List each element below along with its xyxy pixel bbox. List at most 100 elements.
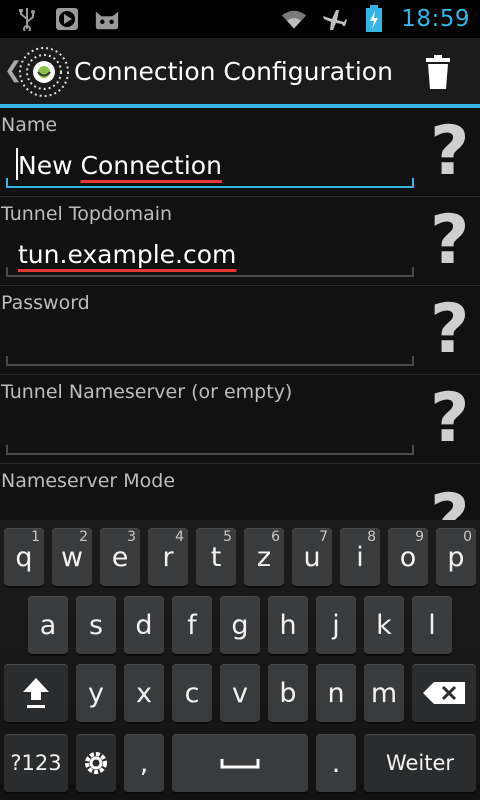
key-o[interactable]: o9 (388, 528, 428, 586)
input-edge-right (412, 445, 414, 455)
app-logo-icon[interactable] (18, 46, 70, 98)
key-f[interactable]: f (172, 596, 212, 654)
key-label: u (303, 541, 321, 573)
airplane-mode-icon (321, 6, 348, 32)
wifi-icon (281, 6, 307, 32)
name-word-connection: Connection (80, 151, 222, 180)
cat-notification-icon (94, 6, 120, 32)
key-a[interactable]: a (28, 596, 68, 654)
key-g[interactable]: g (220, 596, 260, 654)
space-key[interactable] (172, 734, 308, 792)
backspace-icon (423, 682, 465, 704)
key-j[interactable]: j (316, 596, 356, 654)
key-hint: 0 (463, 529, 472, 545)
key-label: t (210, 541, 222, 573)
name-input[interactable]: New Connection (18, 151, 222, 180)
nameserver-help-icon[interactable]: ? (430, 383, 469, 455)
period-key[interactable]: . (316, 734, 356, 792)
key-b[interactable]: b (268, 664, 308, 722)
key-hint: 7 (319, 529, 328, 545)
battery-charging-icon (361, 5, 387, 32)
key-label: w (60, 541, 84, 573)
key-hint: 1 (31, 529, 40, 545)
key-l[interactable]: l (412, 596, 452, 654)
key-m[interactable]: m (364, 664, 404, 722)
key-hint: 9 (415, 529, 424, 545)
key-n[interactable]: n (316, 664, 356, 722)
password-label: Password (1, 292, 90, 314)
space-bar-icon (220, 759, 260, 769)
key-y[interactable]: y (76, 664, 116, 722)
key-x[interactable]: x (124, 664, 164, 722)
nameserver-field: Tunnel Nameserver (or empty) ? (0, 375, 480, 464)
name-field: Name New Connection ? (0, 108, 480, 197)
key-hint: 4 (175, 529, 184, 545)
key-c[interactable]: c (172, 664, 212, 722)
key-label: r (162, 541, 174, 573)
key-hint: 2 (79, 529, 88, 545)
key-label: i (356, 541, 364, 573)
key-label: q (15, 541, 33, 573)
name-help-icon[interactable]: ? (430, 116, 469, 188)
key-e[interactable]: e3 (100, 528, 140, 586)
delete-trash-icon[interactable] (424, 54, 452, 90)
key-hint: 5 (223, 529, 232, 545)
password-input[interactable] (18, 329, 408, 361)
key-label: z (256, 541, 272, 573)
key-label: e (111, 541, 129, 573)
key-label: o (399, 541, 417, 573)
password-input-underline (6, 364, 414, 366)
page-title: Connection Configuration (74, 57, 393, 86)
key-p[interactable]: p0 (436, 528, 476, 586)
clock: 18:59 (401, 6, 470, 32)
key-z[interactable]: z6 (244, 528, 284, 586)
shift-key[interactable] (4, 664, 68, 722)
password-help-icon[interactable]: ? (430, 294, 469, 366)
topdomain-field: Tunnel Topdomain tun.example.com ? (0, 197, 480, 286)
key-t[interactable]: t5 (196, 528, 236, 586)
key-u[interactable]: u7 (292, 528, 332, 586)
key-v[interactable]: v (220, 664, 260, 722)
key-s[interactable]: s (76, 596, 116, 654)
name-label: Name (1, 114, 58, 136)
input-edge-right (412, 178, 414, 188)
shift-arrow-icon (23, 678, 49, 708)
nameserver-input-underline (6, 453, 414, 455)
key-hint: 6 (271, 529, 280, 545)
comma-key[interactable]: , (124, 734, 164, 792)
symbols-key[interactable]: ?123 (4, 734, 68, 792)
topdomain-help-icon[interactable]: ? (430, 205, 469, 277)
key-q[interactable]: q1 (4, 528, 44, 586)
key-w[interactable]: w2 (52, 528, 92, 586)
soft-keyboard: q1 w2 e3 r4 t5 z6 u7 i8 o9 p0 a s d f g … (0, 520, 480, 800)
action-bar: ❮ Connection Configuration (0, 38, 480, 106)
play-store-icon (54, 6, 80, 32)
key-d[interactable]: d (124, 596, 164, 654)
nameserver-mode-field: Nameserver Mode ? (0, 464, 480, 520)
connection-form: Name New Connection ? Tunnel Topdomain t… (0, 108, 480, 520)
topdomain-input[interactable]: tun.example.com (18, 240, 236, 269)
name-word-new: New (18, 151, 73, 180)
next-action-key[interactable]: Weiter (364, 734, 476, 792)
input-edge-right (412, 356, 414, 366)
key-hint: 8 (367, 529, 376, 545)
status-bar: 18:59 (0, 0, 480, 38)
nameserver-input[interactable] (18, 418, 408, 450)
nameserver-mode-label: Nameserver Mode (1, 470, 176, 492)
topdomain-label: Tunnel Topdomain (1, 203, 173, 225)
topdomain-input-underline (6, 275, 414, 277)
backspace-key[interactable] (412, 664, 476, 722)
input-edge-right (412, 267, 414, 277)
key-r[interactable]: r4 (148, 528, 188, 586)
settings-key[interactable] (76, 734, 116, 792)
key-k[interactable]: k (364, 596, 404, 654)
key-hint: 3 (127, 529, 136, 545)
nameserver-label: Tunnel Nameserver (or empty) (1, 381, 293, 403)
password-field: Password ? (0, 286, 480, 375)
settings-gear-icon (85, 752, 107, 774)
key-label: p (447, 541, 465, 573)
key-i[interactable]: i8 (340, 528, 380, 586)
usb-icon (14, 6, 40, 32)
key-h[interactable]: h (268, 596, 308, 654)
nameserver-mode-help-icon[interactable]: ? (430, 484, 469, 521)
